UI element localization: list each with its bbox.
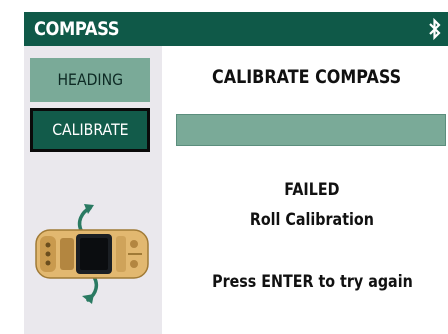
instruction-wrap: Press ENTER to try again (162, 272, 448, 292)
compass-screen: COMPASS HEADING CALIBRATE CALIBRATE COMP… (0, 0, 448, 334)
calibrate-button[interactable]: CALIBRATE (30, 108, 150, 152)
heading-button[interactable]: HEADING (30, 58, 150, 102)
retry-instruction: Press ENTER to try again (211, 272, 413, 292)
screen-title: COMPASS (34, 18, 120, 40)
calibration-panel: CALIBRATE COMPASS FAILED Roll Calibratio… (162, 46, 448, 334)
title-bar: COMPASS (24, 12, 448, 46)
panel-title-wrap: CALIBRATE COMPASS (162, 66, 448, 88)
status-line-1-wrap: FAILED (162, 180, 448, 200)
panel-title: CALIBRATE COMPASS (212, 66, 402, 88)
bluetooth-icon (429, 17, 441, 41)
status-failed: FAILED (284, 180, 340, 200)
calibration-progress-bar (176, 114, 446, 146)
calibrate-button-label: CALIBRATE (51, 120, 129, 139)
gps-device-rotate-icon (35, 204, 149, 304)
heading-button-label: HEADING (57, 70, 123, 89)
sidebar: HEADING CALIBRATE (24, 46, 162, 334)
status-detail: Roll Calibration (249, 210, 375, 230)
status-line-2-wrap: Roll Calibration (162, 210, 448, 230)
progress-fill (177, 115, 445, 145)
